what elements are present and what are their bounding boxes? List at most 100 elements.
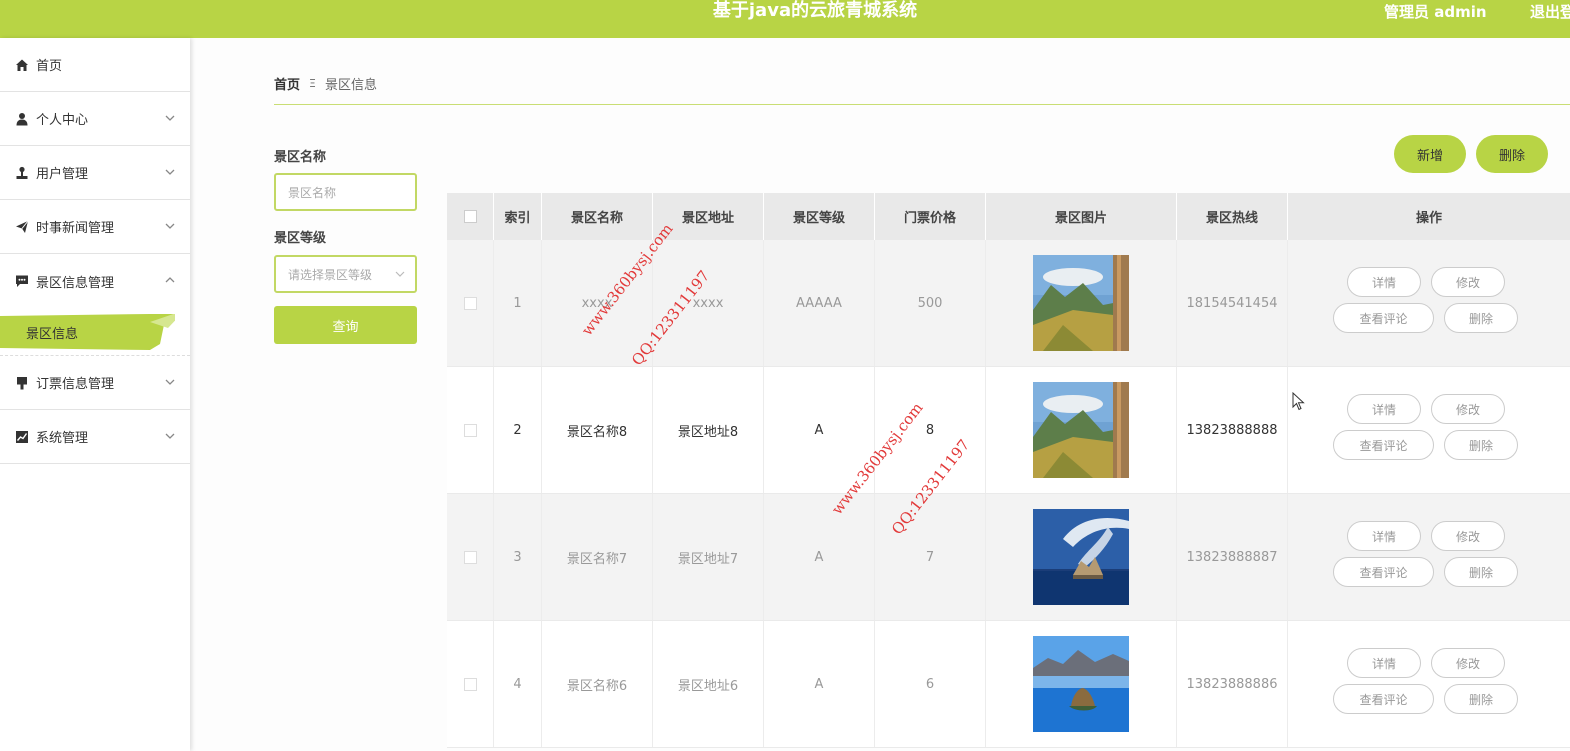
row-checkbox[interactable] xyxy=(463,423,477,437)
detail-button[interactable]: 详情 xyxy=(1347,394,1421,424)
table-row: 2 景区名称8 景区地址8 A 8 13823888888 详情 修改 查看评论 xyxy=(447,367,1570,494)
query-button[interactable]: 查询 xyxy=(274,306,417,344)
name-label: 景区名称 xyxy=(274,150,327,165)
scenic-image[interactable] xyxy=(1033,382,1129,478)
edit-button[interactable]: 修改 xyxy=(1431,648,1505,678)
table-row: 4 景区名称6 景区地址6 A 6 13823888886 详情 修改 查看评论… xyxy=(447,621,1570,748)
index-cell: 2 xyxy=(494,367,542,493)
name-cell: 景区名称6 xyxy=(542,621,653,747)
column-header: 操作 xyxy=(1415,211,1442,226)
sidebar-item-users[interactable]: 用户管理 xyxy=(0,146,190,200)
comments-button[interactable]: 查看评论 xyxy=(1333,684,1434,714)
sidebar-item-system[interactable]: 系统管理 xyxy=(0,410,190,464)
row-delete-button[interactable]: 删除 xyxy=(1444,430,1518,460)
sidebar-item-label: 时事新闻管理 xyxy=(36,221,115,236)
row-checkbox[interactable] xyxy=(463,550,477,564)
comments-button[interactable]: 查看评论 xyxy=(1333,430,1434,460)
chevron-down-icon xyxy=(165,115,175,121)
edit-button[interactable]: 修改 xyxy=(1431,521,1505,551)
name-input-placeholder: 景区名称 xyxy=(288,185,337,200)
index-cell: 3 xyxy=(494,494,542,620)
row-select-cell xyxy=(447,621,494,747)
sidebar-item-label: 首页 xyxy=(36,59,63,74)
row-select-cell xyxy=(447,494,494,620)
column-header: 景区图片 xyxy=(986,193,1177,240)
paper-plane-icon xyxy=(14,219,30,235)
column-header: 景区名称 xyxy=(542,193,653,240)
detail-button[interactable]: 详情 xyxy=(1347,521,1421,551)
chevron-down-icon xyxy=(395,271,405,277)
ops-cell: 详情 修改 查看评论 删除 xyxy=(1288,494,1570,620)
index-cell: 1 xyxy=(494,240,542,366)
level-select[interactable]: 请选择景区等级 xyxy=(274,255,417,293)
top-bar: 基于java的云旅青城系统 管理员 admin 退出登 xyxy=(0,0,1570,38)
name-cell: 景区名称7 xyxy=(542,494,653,620)
select-all-cell xyxy=(447,193,494,240)
comments-button[interactable]: 查看评论 xyxy=(1333,303,1434,333)
row-checkbox[interactable] xyxy=(463,296,477,310)
price-cell: 500 xyxy=(875,240,986,366)
user-icon xyxy=(14,111,30,127)
breadcrumb: 首页 Ξ 景区信息 xyxy=(274,74,377,93)
row-checkbox[interactable] xyxy=(463,677,477,691)
row-delete-button[interactable]: 删除 xyxy=(1444,557,1518,587)
add-button[interactable]: 新增 xyxy=(1394,135,1466,173)
sidebar-item-label: 用户管理 xyxy=(36,167,89,182)
table-header: 索引 景区名称 景区地址 景区等级 门票价格 景区图片 景区热线 操作 xyxy=(447,193,1570,240)
edit-button[interactable]: 修改 xyxy=(1431,267,1505,297)
detail-button[interactable]: 详情 xyxy=(1347,267,1421,297)
price-cell: 6 xyxy=(875,621,986,747)
sidebar-item-news[interactable]: 时事新闻管理 xyxy=(0,200,190,254)
image-cell xyxy=(986,621,1177,747)
sidebar: 首页 个人中心 用户管理 时事新闻管理 景区信息管理 景区信息 订票信息管理 系… xyxy=(0,38,190,751)
scenic-image[interactable] xyxy=(1033,509,1129,605)
comments-button[interactable]: 查看评论 xyxy=(1333,557,1434,587)
breadcrumb-separator: Ξ xyxy=(309,77,316,90)
sidebar-item-profile[interactable]: 个人中心 xyxy=(0,92,190,146)
level-cell: A xyxy=(764,494,875,620)
column-header: 景区热线 xyxy=(1177,193,1288,240)
level-label: 景区等级 xyxy=(274,231,327,246)
chevron-down-icon xyxy=(165,223,175,229)
column-header: 门票价格 xyxy=(875,193,986,240)
delete-button[interactable]: 删除 xyxy=(1476,135,1548,173)
price-cell: 7 xyxy=(875,494,986,620)
name-input[interactable]: 景区名称 xyxy=(274,173,417,211)
logout-link[interactable]: 退出登 xyxy=(1530,1,1570,22)
address-cell: 景区地址6 xyxy=(653,621,764,747)
chart-icon xyxy=(14,429,30,445)
level-cell: A xyxy=(764,621,875,747)
sidebar-item-scenic[interactable]: 景区信息管理 xyxy=(0,254,190,308)
home-icon xyxy=(14,57,30,73)
chevron-up-icon xyxy=(165,277,175,283)
hotline-cell: 13823888886 xyxy=(1177,621,1288,747)
sidebar-item-booking[interactable]: 订票信息管理 xyxy=(0,356,190,410)
sidebar-item-home[interactable]: 首页 xyxy=(0,38,190,92)
hotline-cell: 13823888888 xyxy=(1177,367,1288,493)
app-title: 基于java的云旅青城系统 xyxy=(712,0,918,21)
sidebar-subitem-scenic-info[interactable]: 景区信息 xyxy=(26,323,78,342)
address-cell: 景区地址7 xyxy=(653,494,764,620)
row-delete-button[interactable]: 删除 xyxy=(1444,684,1518,714)
column-header: 景区等级 xyxy=(764,193,875,240)
edit-button[interactable]: 修改 xyxy=(1431,394,1505,424)
ops-cell: 详情 修改 查看评论 删除 xyxy=(1288,621,1570,747)
detail-button[interactable]: 详情 xyxy=(1347,648,1421,678)
ops-cell: 详情 修改 查看评论 删除 xyxy=(1288,367,1570,493)
breadcrumb-home[interactable]: 首页 xyxy=(274,74,300,93)
scenic-image[interactable] xyxy=(1033,255,1129,351)
hotline-cell: 18154541454 xyxy=(1177,240,1288,366)
table-row: 3 景区名称7 景区地址7 A 7 13823888887 详情 修改 查看评论… xyxy=(447,494,1570,621)
submenu-scenic: 景区信息 xyxy=(0,308,190,356)
user-manage-icon xyxy=(14,165,30,181)
data-table: 索引 景区名称 景区地址 景区等级 门票价格 景区图片 景区热线 操作 1 xx… xyxy=(447,193,1570,748)
select-all-checkbox[interactable] xyxy=(463,210,477,223)
chevron-down-icon xyxy=(165,433,175,439)
index-cell: 4 xyxy=(494,621,542,747)
row-select-cell xyxy=(447,367,494,493)
brush-icon xyxy=(14,375,30,391)
row-delete-button[interactable]: 删除 xyxy=(1444,303,1518,333)
level-cell: AAAAA xyxy=(764,240,875,366)
admin-label: 管理员 admin xyxy=(1384,3,1487,21)
scenic-image[interactable] xyxy=(1033,636,1129,732)
